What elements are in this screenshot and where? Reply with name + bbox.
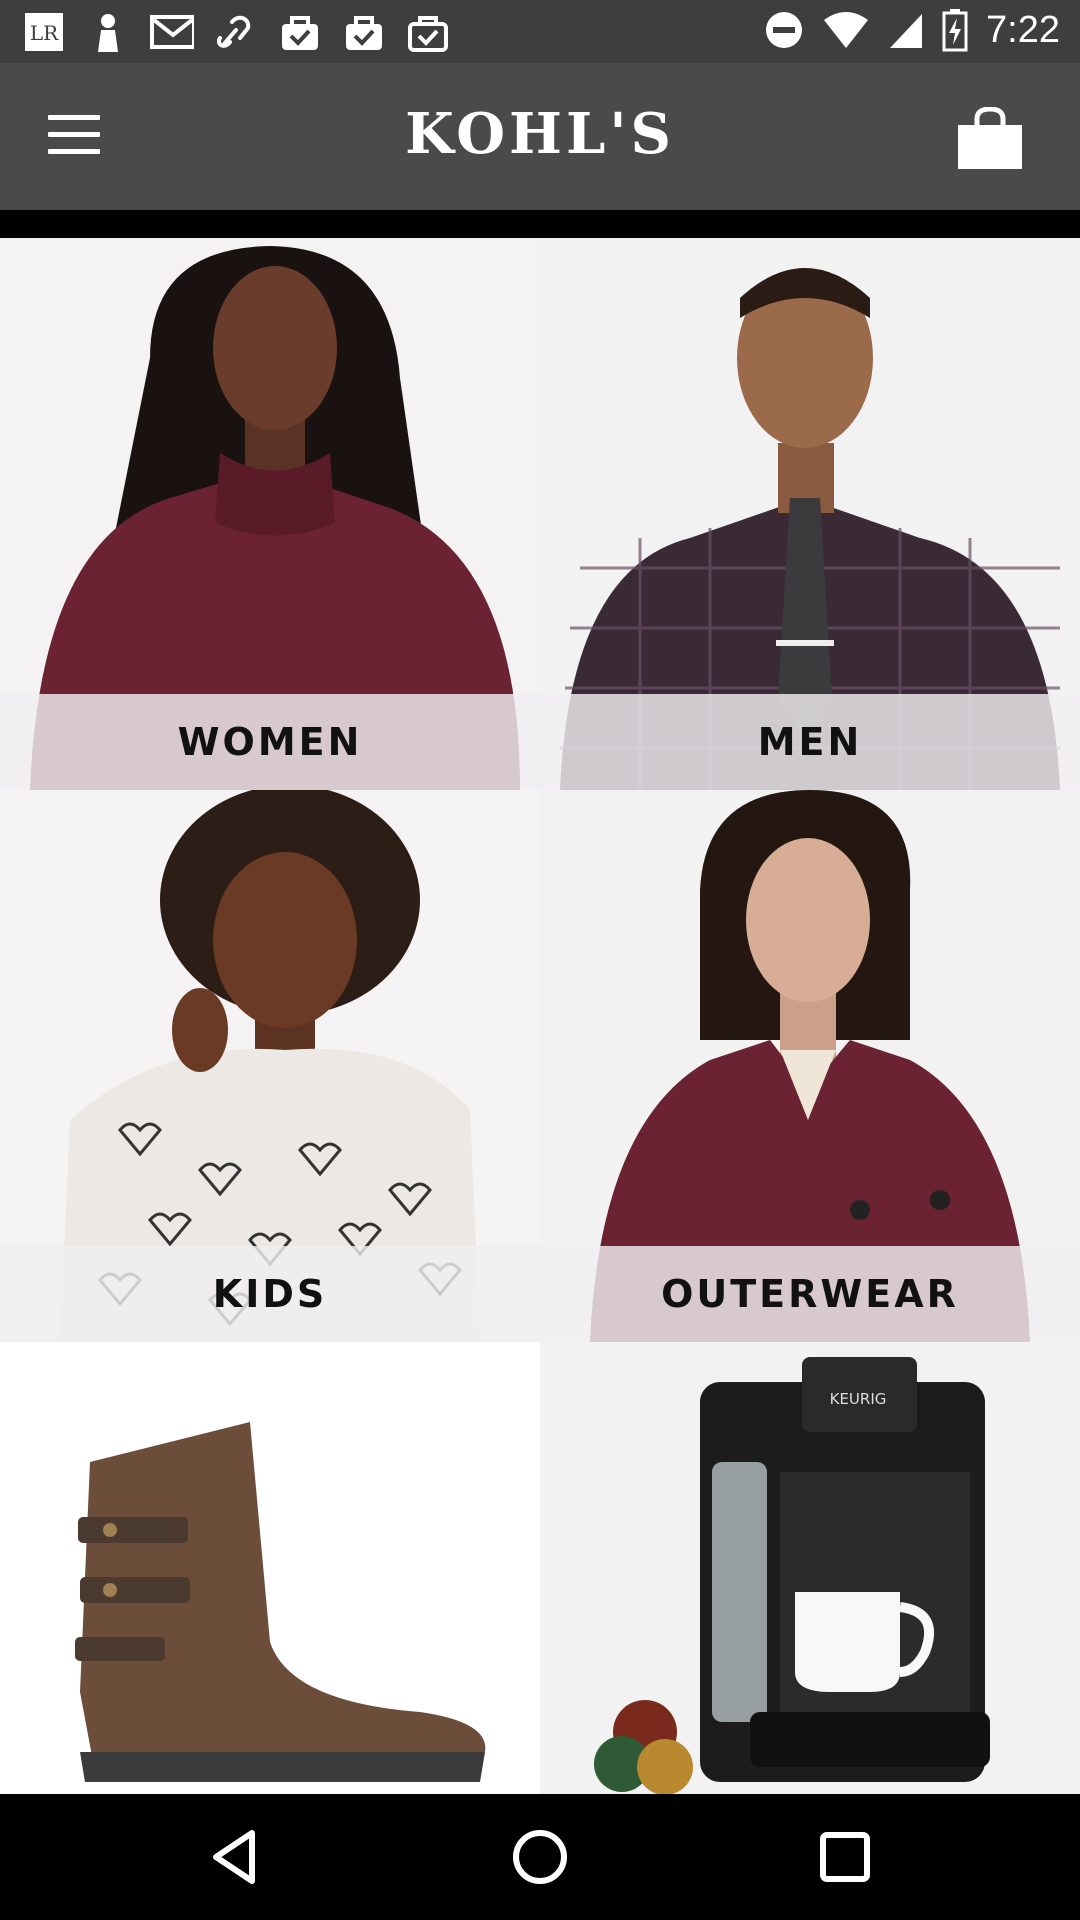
category-label: MEN bbox=[757, 720, 863, 764]
link-icon bbox=[214, 10, 258, 54]
ankle-boot-image bbox=[0, 1342, 540, 1794]
category-tile-men[interactable]: MEN bbox=[540, 238, 1080, 790]
category-grid: WOMEN MEN KIDS OUTERWEAR KEURIG bbox=[0, 238, 1080, 1794]
system-navigation-bar bbox=[0, 1794, 1080, 1920]
category-label-bar: OUTERWEAR bbox=[540, 1246, 1080, 1342]
category-tile-home[interactable]: KEURIG bbox=[540, 1342, 1080, 1794]
coffee-maker-image: KEURIG bbox=[540, 1342, 1080, 1794]
wifi-icon bbox=[824, 12, 869, 48]
person-icon bbox=[86, 10, 130, 54]
category-tile-outerwear[interactable]: OUTERWEAR bbox=[540, 790, 1080, 1342]
recents-icon[interactable] bbox=[815, 1827, 875, 1887]
category-tile-shoes[interactable] bbox=[0, 1342, 540, 1794]
category-tile-women[interactable]: WOMEN bbox=[0, 238, 540, 790]
battery-charging-icon bbox=[942, 9, 968, 52]
lr-icon: LR bbox=[22, 10, 66, 54]
category-label: WOMEN bbox=[177, 720, 363, 764]
keurig-brand-text: KEURIG bbox=[830, 1390, 887, 1408]
back-icon[interactable] bbox=[206, 1827, 266, 1887]
category-label-bar: KIDS bbox=[0, 1246, 540, 1342]
category-label-bar: WOMEN bbox=[0, 694, 540, 790]
shopping-bag-check-icon bbox=[278, 10, 322, 54]
system-icons: 7:22 bbox=[764, 8, 1060, 52]
category-label: OUTERWEAR bbox=[661, 1272, 959, 1316]
clock: 7:22 bbox=[986, 8, 1060, 51]
category-tile-kids[interactable]: KIDS bbox=[0, 790, 540, 1342]
svg-text:LR: LR bbox=[30, 21, 59, 45]
header-divider bbox=[0, 210, 1080, 238]
do-not-disturb-icon bbox=[766, 12, 803, 48]
status-bar: LR 7:22 bbox=[0, 0, 1080, 63]
home-icon[interactable] bbox=[510, 1827, 570, 1887]
shopping-bag-check-icon bbox=[406, 10, 450, 54]
notification-icons: LR bbox=[22, 10, 450, 54]
signal-icon bbox=[890, 14, 923, 48]
kohls-logo[interactable]: KOHL'S bbox=[0, 101, 1080, 167]
category-label: KIDS bbox=[212, 1272, 328, 1316]
shopping-bag-check-icon bbox=[342, 10, 386, 54]
shopping-bag-icon[interactable] bbox=[955, 106, 1025, 171]
category-label-bar: MEN bbox=[540, 694, 1080, 790]
app-header: KOHL'S bbox=[0, 63, 1080, 210]
mail-icon bbox=[150, 10, 194, 54]
